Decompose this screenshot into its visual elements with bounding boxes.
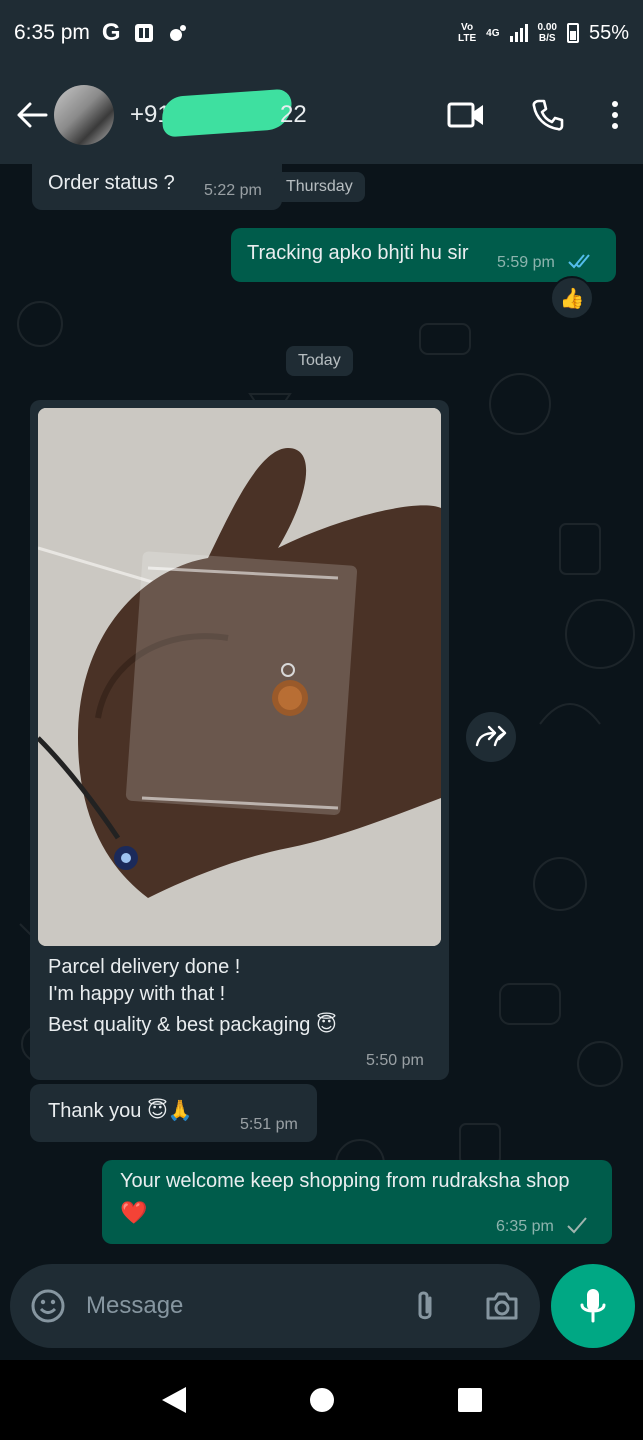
video-call-icon[interactable] [447, 101, 485, 129]
contact-name[interactable]: +91 22 [130, 88, 330, 138]
composer: Message [0, 1260, 643, 1360]
message-incoming[interactable]: Order status ? 5:22 pm [32, 164, 282, 210]
system-nav-bar [0, 1360, 643, 1440]
message-outgoing[interactable]: Tracking apko bhjti hu sir 5:59 pm [231, 228, 616, 282]
chat-header: +91 22 [0, 66, 643, 164]
battery-icon [566, 23, 579, 43]
battery-percent: 55% [588, 21, 629, 44]
chat-area[interactable]: Order status ? 5:22 pm Thursday Tracking… [0, 164, 643, 1260]
google-icon: G [101, 19, 121, 46]
clock: 6:35 pm [14, 21, 90, 44]
parcel-photo[interactable] [38, 408, 441, 946]
message-time: 5:50 pm [366, 1052, 424, 1069]
mic-button[interactable] [551, 1264, 635, 1348]
nav-home-icon[interactable] [308, 1386, 336, 1414]
message-time: 5:22 pm [204, 182, 262, 199]
forward-button[interactable] [466, 712, 516, 762]
volte-indicator: Vo LTE [458, 22, 477, 44]
heart-emoji: ❤️ [120, 1200, 148, 1225]
more-options-icon[interactable] [611, 100, 619, 130]
message-image[interactable]: Parcel delivery done ! I'm happy with th… [30, 400, 449, 1080]
wifi-off-icon [169, 25, 186, 41]
camera-icon[interactable] [484, 1290, 520, 1322]
nav-back-icon[interactable] [160, 1385, 188, 1415]
network-type: 4G [486, 27, 500, 39]
mic-icon [580, 1289, 606, 1323]
hand-with-rudraksha-image [38, 408, 441, 946]
reaction-badge[interactable]: 👍 [550, 276, 594, 320]
sim-card-icon [134, 24, 153, 42]
nav-recents-icon[interactable] [457, 1387, 483, 1413]
message-input[interactable]: Message [10, 1264, 540, 1348]
message-outgoing[interactable]: Your welcome keep shopping from rudraksh… [102, 1160, 612, 1244]
message-time: 5:59 pm [497, 254, 555, 271]
redaction-mark [160, 88, 294, 138]
read-ticks-icon [568, 254, 590, 269]
avatar[interactable] [54, 85, 114, 145]
message-time: 6:35 pm [496, 1218, 554, 1235]
data-speed: 0.00 B/S [537, 22, 557, 44]
forward-icon [475, 725, 507, 747]
sent-tick-icon [567, 1217, 587, 1234]
emoji-icon[interactable] [30, 1288, 66, 1324]
attach-icon[interactable] [410, 1288, 440, 1324]
voice-call-icon[interactable] [531, 98, 565, 132]
back-arrow-icon[interactable] [14, 95, 50, 135]
date-divider: Thursday [274, 172, 365, 202]
message-incoming[interactable]: Thank you 😇🙏 5:51 pm [30, 1084, 317, 1142]
status-bar: 6:35 pm G Vo LTE 4G 0.00 B/S 55% [0, 0, 643, 66]
message-time: 5:51 pm [240, 1116, 298, 1133]
image-caption: Parcel delivery done ! I'm happy with th… [48, 956, 337, 1036]
date-divider: Today [286, 346, 353, 376]
signal-icon [509, 24, 528, 42]
message-placeholder: Message [86, 1292, 184, 1319]
